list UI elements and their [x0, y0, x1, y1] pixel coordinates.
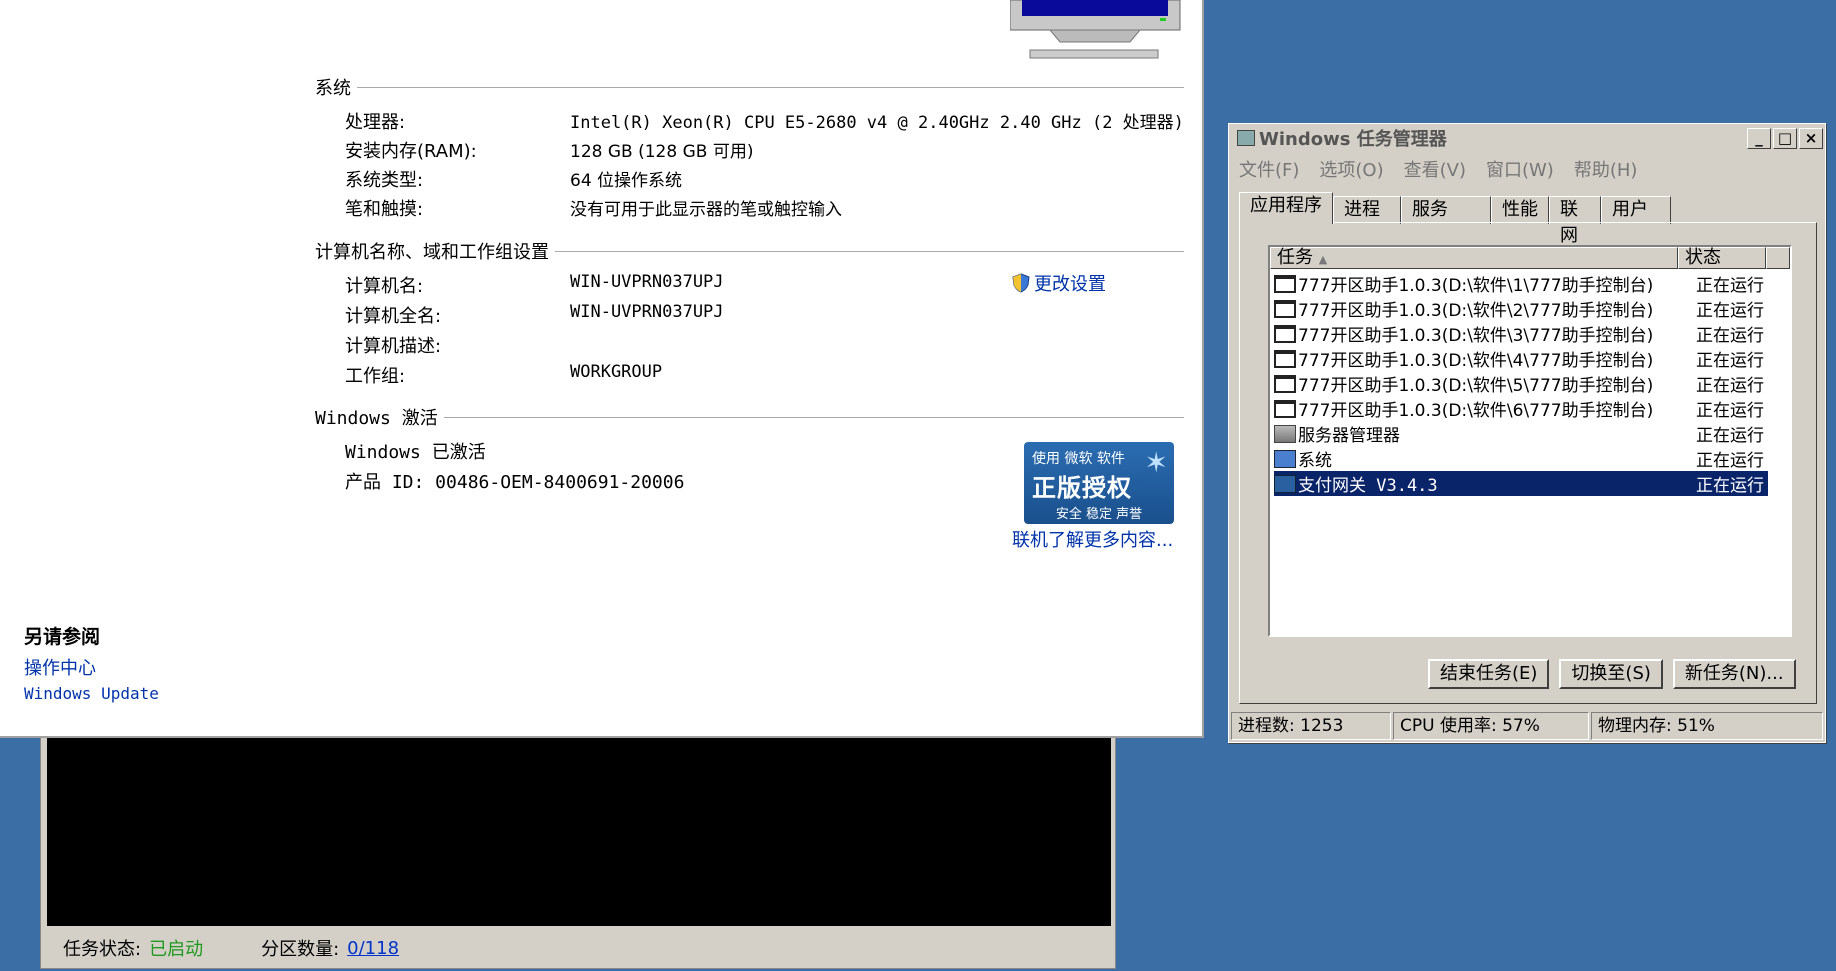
section-system: 系统: [315, 76, 1184, 99]
window-icon: [1274, 349, 1296, 368]
window-icon: [1274, 274, 1296, 293]
task-row[interactable]: 777开区助手1.0.3(D:\软件\3\777助手控制台) 正在运行: [1274, 321, 1768, 346]
system-type-label: 系统类型:: [345, 170, 424, 191]
task-row[interactable]: 777开区助手1.0.3(D:\软件\6\777助手控制台) 正在运行: [1274, 396, 1768, 421]
workgroup-label: 工作组:: [345, 366, 406, 387]
section-computer-name: 计算机名称、域和工作组设置: [315, 240, 1184, 263]
task-list[interactable]: 任务 ▲ 状态 777开区助手1.0.3(D:\软件\1\777助手控制台) 正…: [1268, 245, 1792, 637]
process-count: 进程数: 1253: [1231, 712, 1391, 740]
menu-view[interactable]: 查看(V): [1404, 156, 1466, 182]
star-icon: ✶: [1144, 446, 1168, 479]
ram-value: 128 GB (128 GB 可用): [570, 142, 754, 162]
pen-touch-label: 笔和触摸:: [345, 199, 424, 220]
genuine-software-badge[interactable]: ✶ 使用 微软 软件 正版授权 安全 稳定 声誉: [1024, 442, 1174, 524]
window-icon: [1274, 374, 1296, 393]
system-properties-window: 系统 处理器: Intel(R) Xeon(R) CPU E5-2680 v4 …: [0, 0, 1204, 738]
task-manager-window: Windows 任务管理器 _ □ × 文件(F) 选项(O) 查看(V) 窗口…: [1228, 123, 1826, 743]
partition-count-label: 分区数量:: [261, 939, 340, 960]
task-status-label: 任务状态:: [63, 939, 142, 960]
pen-touch-value: 没有可用于此显示器的笔或触控输入: [570, 200, 842, 220]
window-icon: [1274, 299, 1296, 318]
task-row[interactable]: 777开区助手1.0.3(D:\软件\4\777助手控制台) 正在运行: [1274, 346, 1768, 371]
task-row[interactable]: 777开区助手1.0.3(D:\软件\5\777助手控制台) 正在运行: [1274, 371, 1768, 396]
console-window: 任务状态: 已启动 分区数量: 0/118: [40, 725, 1116, 969]
menu-bar: 文件(F) 选项(O) 查看(V) 窗口(W) 帮助(H): [1239, 156, 1637, 182]
task-row[interactable]: 777开区助手1.0.3(D:\软件\1\777助手控制台) 正在运行: [1274, 271, 1768, 296]
cpu-usage: CPU 使用率: 57%: [1393, 712, 1589, 740]
gateway-icon: [1274, 474, 1296, 493]
see-also-heading: 另请参阅: [24, 626, 101, 648]
computer-name-value: WIN-UVPRN037UPJ: [570, 272, 724, 292]
partition-count-link[interactable]: 0/118: [347, 938, 399, 959]
task-row[interactable]: 服务器管理器 正在运行: [1274, 421, 1768, 446]
windows-update-link[interactable]: Windows Update: [24, 684, 159, 703]
learn-more-online-link[interactable]: 联机了解更多内容...: [1012, 526, 1173, 552]
menu-options[interactable]: 选项(O): [1319, 156, 1383, 182]
close-button[interactable]: ×: [1799, 128, 1823, 149]
column-status[interactable]: 状态: [1678, 247, 1766, 269]
menu-file[interactable]: 文件(F): [1239, 156, 1299, 182]
full-name-label: 计算机全名:: [345, 306, 442, 327]
processor-label: 处理器:: [345, 112, 406, 133]
server-manager-icon: [1274, 424, 1296, 443]
applications-panel: 任务 ▲ 状态 777开区助手1.0.3(D:\软件\1\777助手控制台) 正…: [1239, 222, 1817, 704]
task-manager-titlebar[interactable]: Windows 任务管理器 _ □ ×: [1231, 126, 1823, 150]
tab-processes[interactable]: 进程: [1333, 196, 1401, 224]
product-id: 产品 ID: 00486-OEM-8400691-20006: [345, 472, 685, 493]
system-type-value: 64 位操作系统: [570, 171, 683, 191]
computer-name-label: 计算机名:: [345, 276, 424, 297]
column-filler: [1766, 247, 1790, 269]
console-output: [47, 726, 1111, 926]
switch-to-button[interactable]: 切换至(S): [1559, 659, 1663, 689]
tab-performance[interactable]: 性能: [1491, 196, 1549, 224]
processor-value: Intel(R) Xeon(R) CPU E5-2680 v4 @ 2.40GH…: [570, 113, 1184, 133]
task-list-header: 任务 ▲ 状态: [1270, 247, 1790, 269]
memory-usage: 物理内存: 51%: [1591, 712, 1823, 740]
menu-window[interactable]: 窗口(W): [1486, 156, 1554, 182]
task-row[interactable]: 777开区助手1.0.3(D:\软件\2\777助手控制台) 正在运行: [1274, 296, 1768, 321]
task-manager-icon: [1237, 130, 1255, 146]
ram-label: 安装内存(RAM):: [345, 141, 477, 162]
sort-ascending-icon: ▲: [1318, 253, 1328, 266]
tab-services[interactable]: 服务: [1401, 196, 1491, 224]
tab-users[interactable]: 用户: [1601, 196, 1671, 224]
workgroup-value: WORKGROUP: [570, 362, 663, 382]
change-settings-link[interactable]: 更改设置: [1012, 270, 1106, 296]
column-task[interactable]: 任务 ▲: [1270, 247, 1678, 269]
computer-monitor-icon: [1010, 0, 1181, 59]
section-activation: Windows 激活: [315, 406, 1184, 429]
status-bar: 进程数: 1253 CPU 使用率: 57% 物理内存: 51%: [1231, 712, 1823, 740]
window-title: Windows 任务管理器: [1259, 129, 1447, 150]
task-buttons: 结束任务(E) 切换至(S) 新任务(N)...: [1428, 659, 1796, 689]
shield-icon: [1012, 273, 1030, 293]
tab-strip: 应用程序 进程 服务 性能 联网 用户: [1239, 192, 1671, 246]
tab-networking[interactable]: 联网: [1549, 196, 1601, 246]
description-label: 计算机描述:: [345, 336, 442, 357]
window-icon: [1274, 399, 1296, 418]
end-task-button[interactable]: 结束任务(E): [1428, 659, 1550, 689]
task-row[interactable]: 系统 正在运行: [1274, 446, 1768, 471]
tab-applications[interactable]: 应用程序: [1239, 192, 1333, 224]
console-status-bar: 任务状态: 已启动 分区数量: 0/118: [63, 934, 399, 962]
full-name-value: WIN-UVPRN037UPJ: [570, 302, 724, 322]
minimize-button[interactable]: _: [1747, 128, 1771, 149]
activation-status: Windows 已激活: [345, 442, 486, 463]
task-row-selected[interactable]: 支付网关 V3.4.3 正在运行: [1274, 471, 1768, 496]
task-status-value: 已启动: [149, 939, 204, 960]
window-icon: [1274, 324, 1296, 343]
menu-help[interactable]: 帮助(H): [1574, 156, 1638, 182]
maximize-button[interactable]: □: [1773, 128, 1797, 149]
action-center-link[interactable]: 操作中心: [24, 654, 96, 680]
new-task-button[interactable]: 新任务(N)...: [1672, 659, 1796, 689]
system-icon: [1274, 449, 1296, 468]
